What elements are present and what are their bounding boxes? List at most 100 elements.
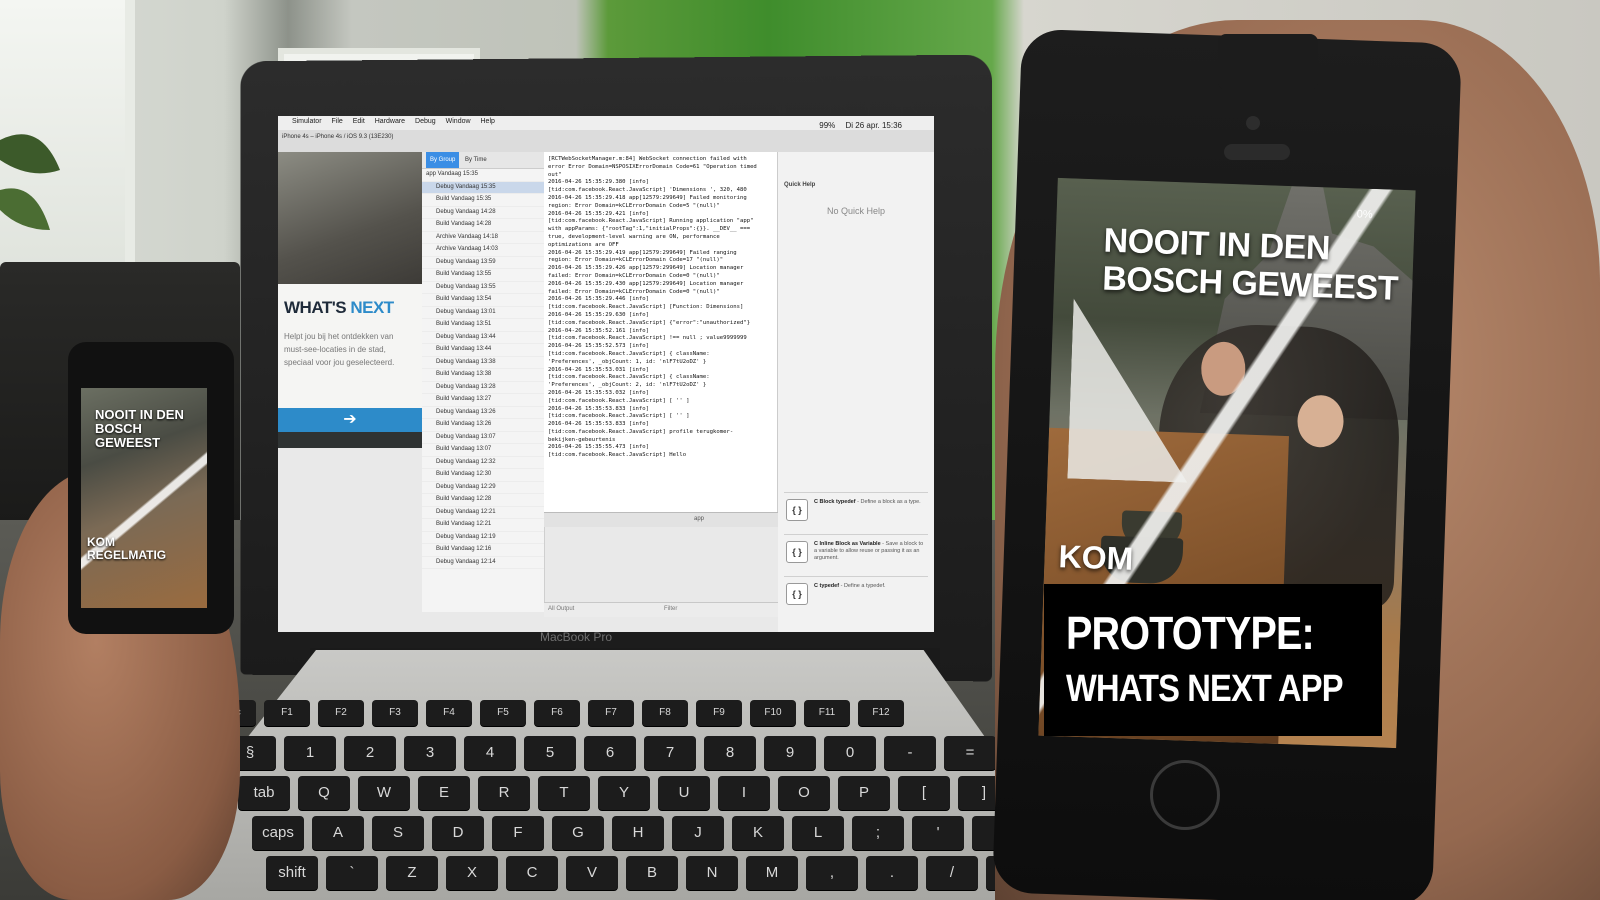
navigator-item[interactable]: Build Vandaag 14:28 [422, 219, 544, 232]
debug-target-app[interactable]: app [694, 516, 704, 522]
menu-debug[interactable]: Debug [411, 116, 440, 127]
tab-by-time[interactable]: By Time [461, 152, 491, 168]
navigator-item[interactable]: Build Vandaag 12:16 [422, 544, 544, 557]
keyboard-key[interactable]: F [492, 816, 544, 850]
keyboard-key[interactable]: L [792, 816, 844, 850]
output-selector[interactable]: All Output [548, 606, 574, 612]
snippet-block-typedef[interactable]: { } C Block typedef - Define a block as … [784, 492, 928, 533]
keyboard-key[interactable]: shift [266, 856, 318, 890]
navigator-item[interactable]: Debug Vandaag 13:59 [422, 257, 544, 269]
navigator-item[interactable]: Build Vandaag 13:44 [422, 344, 544, 357]
navigator-item[interactable]: Debug Vandaag 12:14 [422, 557, 544, 569]
keyboard-key[interactable]: caps [252, 816, 304, 850]
navigator-item[interactable]: Archive Vandaag 14:03 [422, 244, 544, 257]
keyboard-key[interactable]: G [552, 816, 604, 850]
menu-hardware[interactable]: Hardware [371, 116, 409, 127]
keyboard-key[interactable]: 9 [764, 736, 816, 770]
keyboard-key[interactable]: H [612, 816, 664, 850]
navigator-item[interactable]: Debug Vandaag 12:19 [422, 532, 544, 544]
keyboard-key[interactable]: A [312, 816, 364, 850]
keyboard-key[interactable]: 7 [644, 736, 696, 770]
keyboard-key[interactable]: Z [386, 856, 438, 890]
navigator-item[interactable]: Build Vandaag 13:55 [422, 269, 544, 282]
navigator-item[interactable]: Debug Vandaag 13:01 [422, 307, 544, 319]
keyboard-key[interactable]: O [778, 776, 830, 810]
tab-by-group[interactable]: By Group [426, 152, 460, 168]
menu-simulator[interactable]: Simulator [288, 116, 326, 127]
keyboard-key[interactable]: N [686, 856, 738, 890]
keyboard-key[interactable]: F10 [750, 700, 796, 726]
keyboard-key[interactable]: 6 [584, 736, 636, 770]
navigator-item[interactable]: Debug Vandaag 15:35 [422, 181, 544, 194]
keyboard-key[interactable]: F8 [642, 700, 688, 726]
next-arrow-button[interactable]: ➔ [278, 408, 422, 432]
navigator-item[interactable]: Debug Vandaag 13:28 [422, 382, 544, 394]
keyboard-key[interactable]: U [658, 776, 710, 810]
menu-edit[interactable]: Edit [349, 116, 369, 127]
navigator-item[interactable]: Build Vandaag 13:51 [422, 319, 544, 332]
keyboard-key[interactable]: 2 [344, 736, 396, 770]
keyboard-key[interactable]: F4 [426, 700, 472, 726]
keyboard-key[interactable]: 5 [524, 736, 576, 770]
navigator-item[interactable]: Build Vandaag 13:27 [422, 394, 544, 407]
keyboard-key[interactable]: T [538, 776, 590, 810]
keyboard-key[interactable]: = [944, 736, 996, 770]
navigator-item[interactable]: Build Vandaag 13:07 [422, 444, 544, 457]
navigator-item[interactable]: Debug Vandaag 14:28 [422, 207, 544, 219]
snippet-inline-block[interactable]: { } C Inline Block as Variable - Save a … [784, 534, 928, 575]
menu-window[interactable]: Window [442, 116, 475, 127]
navigator-item[interactable]: Build Vandaag 15:35 [422, 194, 544, 207]
keyboard-key[interactable]: 1 [284, 736, 336, 770]
keyboard-key[interactable]: - [884, 736, 936, 770]
ios-simulator[interactable]: WHAT'S NEXT Helpt jou bij het ontdekken … [278, 152, 422, 448]
apple-icon[interactable] [278, 119, 286, 123]
keyboard-key[interactable]: W [358, 776, 410, 810]
keyboard-key[interactable]: , [806, 856, 858, 890]
menu-file[interactable]: File [327, 116, 346, 127]
keyboard-key[interactable]: F2 [318, 700, 364, 726]
navigator-item[interactable]: Debug Vandaag 13:07 [422, 432, 544, 444]
keyboard-key[interactable]: S [372, 816, 424, 850]
keyboard-key[interactable]: 8 [704, 736, 756, 770]
keyboard-key[interactable]: F7 [588, 700, 634, 726]
navigator-item[interactable]: Debug Vandaag 12:29 [422, 482, 544, 494]
navigator-item[interactable]: Debug Vandaag 12:21 [422, 507, 544, 519]
keyboard-key[interactable]: F9 [696, 700, 742, 726]
navigator-item[interactable]: Debug Vandaag 13:55 [422, 282, 544, 294]
keyboard-key[interactable]: / [926, 856, 978, 890]
navigator-item[interactable]: Debug Vandaag 13:44 [422, 332, 544, 344]
keyboard-key[interactable]: X [446, 856, 498, 890]
keyboard-key[interactable]: F5 [480, 700, 526, 726]
keyboard-key[interactable]: F12 [858, 700, 904, 726]
menu-help[interactable]: Help [477, 116, 499, 127]
keyboard-key[interactable]: 4 [464, 736, 516, 770]
keyboard-key[interactable]: F11 [804, 700, 850, 726]
keyboard-key[interactable]: tab [238, 776, 290, 810]
navigator-item[interactable]: Debug Vandaag 13:38 [422, 357, 544, 369]
keyboard-key[interactable]: [ [898, 776, 950, 810]
keyboard-key[interactable]: . [866, 856, 918, 890]
home-button[interactable] [1150, 760, 1220, 830]
debug-console[interactable]: [RCTWebSocketManager.m:84] WebSocket con… [544, 152, 778, 512]
navigator-item[interactable]: Archive Vandaag 14:18 [422, 232, 544, 244]
navigator-item[interactable]: Build Vandaag 13:26 [422, 419, 544, 432]
navigator-item[interactable]: Build Vandaag 12:30 [422, 469, 544, 482]
keyboard-key[interactable]: B [626, 856, 678, 890]
keyboard-key[interactable]: M [746, 856, 798, 890]
navigator-item[interactable]: Debug Vandaag 12:32 [422, 457, 544, 469]
keyboard-key[interactable]: E [418, 776, 470, 810]
navigator-item[interactable]: Build Vandaag 12:21 [422, 519, 544, 532]
keyboard-key[interactable]: 0 [824, 736, 876, 770]
navigator-item[interactable]: Debug Vandaag 13:26 [422, 407, 544, 419]
keyboard-key[interactable]: 3 [404, 736, 456, 770]
keyboard-key[interactable]: F1 [264, 700, 310, 726]
keyboard-key[interactable]: F3 [372, 700, 418, 726]
keyboard-key[interactable]: Y [598, 776, 650, 810]
keyboard-key[interactable]: ; [852, 816, 904, 850]
left-phone-screen[interactable]: NOOIT IN DEN BOSCH GEWEEST KOM REGELMATI… [81, 388, 207, 608]
navigator-item[interactable]: Build Vandaag 13:38 [422, 369, 544, 382]
keyboard-key[interactable]: P [838, 776, 890, 810]
keyboard-key[interactable]: F6 [534, 700, 580, 726]
keyboard-key[interactable]: I [718, 776, 770, 810]
keyboard-key[interactable]: K [732, 816, 784, 850]
